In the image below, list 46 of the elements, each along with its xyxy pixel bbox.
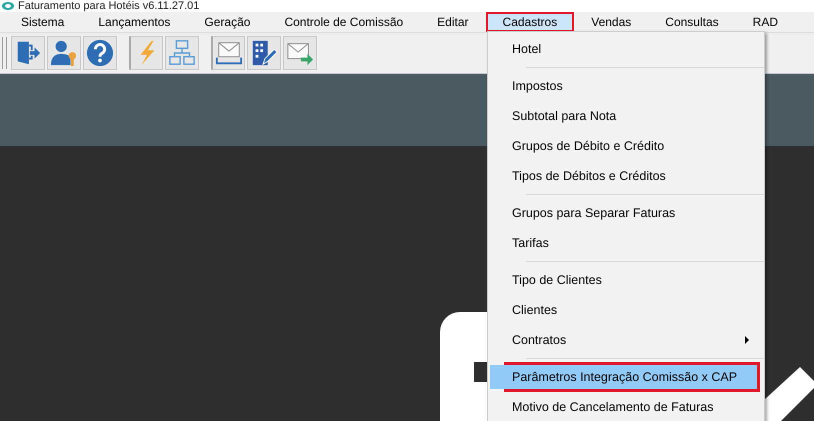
menu-item[interactable]: Tipos de Débitos e Créditos bbox=[490, 164, 757, 188]
menu-item[interactable]: Vendas bbox=[576, 14, 646, 30]
user-key-icon bbox=[50, 39, 78, 67]
menu-item[interactable]: RAD bbox=[738, 14, 793, 30]
menu-item[interactable]: Lançamentos bbox=[83, 14, 186, 30]
menu-item-label: Grupos de Débito e Crédito bbox=[512, 139, 666, 153]
menu-item-label: Grupos para Separar Faturas bbox=[512, 206, 676, 220]
menu-item-label: Tipo de Clientes bbox=[512, 273, 603, 287]
menu-item-label: Parâmetros Integração Comissão x CAP bbox=[512, 370, 738, 384]
menu-item[interactable]: Clientes bbox=[490, 298, 757, 322]
menu-item-label: Tarifas bbox=[512, 236, 550, 250]
menu-item[interactable]: Consultas bbox=[650, 14, 734, 30]
menu-item[interactable]: Hotel bbox=[490, 37, 757, 61]
menu-item[interactable]: Sistema bbox=[6, 14, 80, 30]
window-title: Faturamento para Hotéis v6.11.27.01 bbox=[18, 0, 200, 12]
org-chart-icon bbox=[168, 39, 196, 67]
toolbar-button[interactable] bbox=[83, 36, 117, 70]
toolbar-button[interactable] bbox=[247, 36, 281, 70]
menu-item[interactable]: Impostos bbox=[490, 74, 757, 98]
menu-item-label: Contratos bbox=[512, 333, 568, 347]
menu-item[interactable]: Geração bbox=[189, 14, 266, 30]
menu-item[interactable]: Grupos para Separar Faturas bbox=[490, 201, 757, 225]
menu-item[interactable]: Editar bbox=[422, 14, 484, 30]
building-pencil-icon bbox=[250, 39, 278, 67]
menu-item-label: Hotel bbox=[512, 42, 542, 56]
submenu-arrow-icon bbox=[745, 336, 749, 344]
menu-item[interactable]: Cadastros bbox=[488, 14, 572, 30]
toolbar-button[interactable] bbox=[283, 36, 317, 70]
menu-item[interactable]: Parâmetros Integração Comissão x CAP bbox=[490, 365, 757, 389]
menu-item[interactable]: Controle de Comissão bbox=[269, 14, 418, 30]
menu-item-label: Motivo de Cancelamento de Faturas bbox=[512, 400, 714, 414]
help-icon bbox=[86, 39, 114, 67]
menu-item[interactable]: Motivo de Cancelamento de Faturas bbox=[490, 395, 757, 419]
menu-item-label: Impostos bbox=[512, 79, 564, 93]
menu-item[interactable]: Grupos de Débito e Crédito bbox=[490, 134, 757, 158]
menu-item[interactable]: Contratos bbox=[490, 328, 757, 352]
toolbar-button[interactable] bbox=[47, 36, 81, 70]
menu-item[interactable]: Tipo de Clientes bbox=[490, 268, 757, 292]
menu-item[interactable]: Subtotal para Nota bbox=[490, 104, 757, 128]
menu-item-label: Clientes bbox=[512, 303, 558, 317]
toolbar-button[interactable] bbox=[211, 36, 245, 70]
menu-item-label: Tipos de Débitos e Créditos bbox=[512, 169, 667, 183]
menu-item[interactable]: Tarifas bbox=[490, 231, 757, 255]
toolbar-button[interactable] bbox=[11, 36, 45, 70]
menu-item-label: Subtotal para Nota bbox=[512, 109, 618, 123]
toolbar-grip[interactable] bbox=[2, 37, 7, 69]
